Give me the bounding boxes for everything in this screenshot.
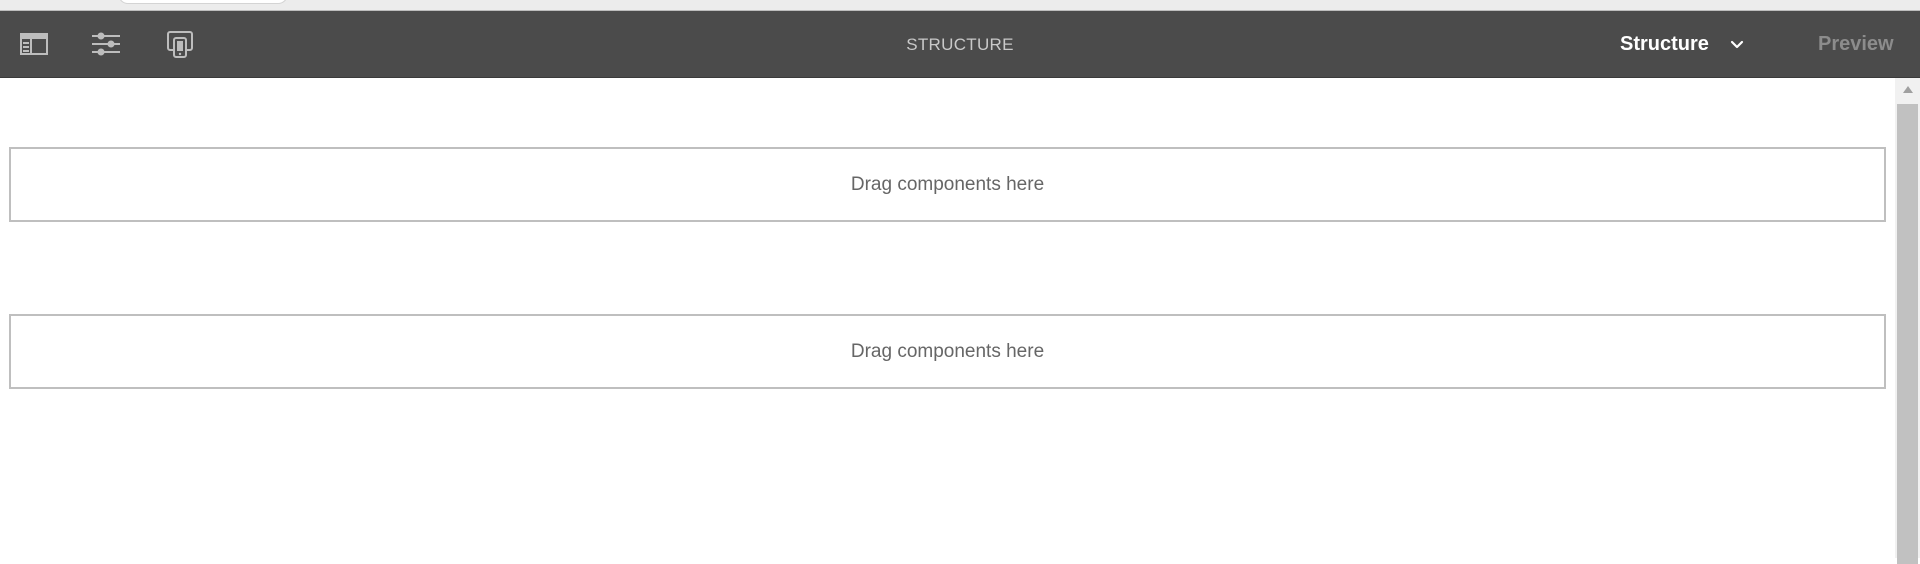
vertical-scrollbar[interactable] [1895,78,1920,564]
emulator-button[interactable] [164,28,196,60]
chevron-down-icon [1729,37,1745,53]
scrollbar-thumb[interactable] [1897,104,1918,564]
toolbar-title: STRUCTURE [906,35,1014,54]
page-properties-button[interactable] [90,28,122,60]
mode-selector[interactable]: Structure [1620,11,1745,78]
editor-toolbar: STRUCTURE Structure Preview [0,11,1920,78]
dropzone-placeholder: Drag components here [850,173,1045,195]
toggle-side-panel-button[interactable] [18,28,50,60]
component-dropzone[interactable]: Drag components here [9,147,1886,222]
component-dropzone[interactable]: Drag components here [9,314,1886,389]
browser-top-strip [0,0,1920,11]
mode-selector-value: Structure [1620,33,1709,55]
scroll-up-arrow-icon[interactable] [1895,78,1920,100]
browser-tab[interactable] [118,0,288,4]
page-properties-icon [91,31,121,57]
page-canvas: Drag components here Drag components her… [0,78,1895,558]
preview-button[interactable]: Preview [1818,11,1894,78]
toggle-side-panel-icon [20,32,48,56]
dropzone-placeholder: Drag components here [850,340,1045,362]
emulator-icon [166,30,194,58]
